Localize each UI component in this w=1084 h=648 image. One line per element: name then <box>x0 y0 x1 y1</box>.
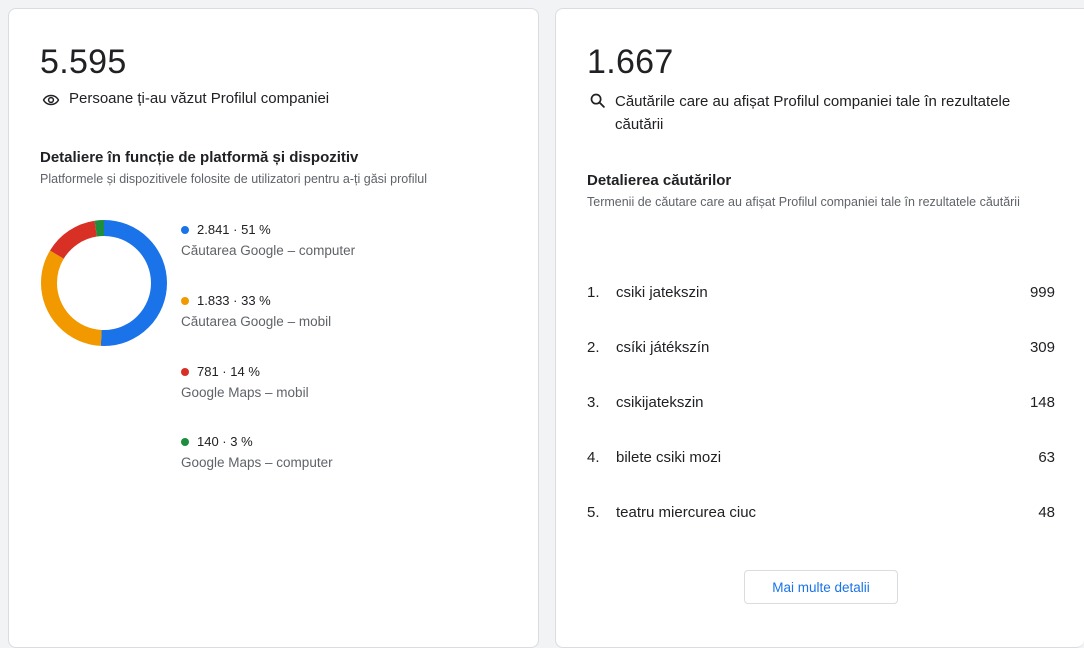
term-rank: 2. <box>587 339 600 356</box>
list-item: 2. csíki játékszín 309 <box>587 320 1055 375</box>
legend-dot <box>181 437 189 446</box>
term-count: 48 <box>1038 504 1055 521</box>
term-text: bilete csiki mozi <box>616 449 722 466</box>
legend-label: Google Maps – mobil <box>181 385 309 400</box>
views-subtitle-row: Persoane ți-au văzut Profilul companiei <box>42 90 329 109</box>
list-item: 5. teatru miercurea ciuc 48 <box>587 485 1055 540</box>
legend-label: Google Maps – computer <box>181 455 333 470</box>
platform-breakdown-title: Detaliere în funcție de platformă și dis… <box>40 149 359 166</box>
search-terms-list: 1. csiki jatekszin 999 2. csíki játékszí… <box>587 265 1055 540</box>
term-rank: 5. <box>587 504 600 521</box>
platform-donut-chart <box>41 220 167 346</box>
legend-value: 1.833 · 33 % <box>197 293 271 308</box>
legend-item: 1.833 · 33 % Căutarea Google – mobil <box>181 293 331 329</box>
searches-card: 1.667 Căutările care au afișat Profilul … <box>555 8 1084 648</box>
legend-item: 781 · 14 % Google Maps – mobil <box>181 364 309 400</box>
legend-item: 2.841 · 51 % Căutarea Google – computer <box>181 222 355 258</box>
legend-value: 2.841 · 51 % <box>197 222 271 237</box>
legend-value: 140 · 3 % <box>197 434 253 449</box>
views-subtitle: Persoane ți-au văzut Profilul companiei <box>69 90 330 107</box>
legend-dot <box>181 225 189 234</box>
term-count: 309 <box>1029 339 1055 356</box>
search-breakdown-title: Detalierea căutărilor <box>587 172 732 189</box>
legend-label: Căutarea Google – mobil <box>181 314 332 329</box>
profile-views-card: 5.595 Persoane ți-au văzut Profilul comp… <box>8 8 539 648</box>
term-text: csiki jatekszin <box>616 284 708 301</box>
term-rank: 1. <box>587 284 600 301</box>
term-text: csikijatekszin <box>616 394 704 411</box>
search-icon <box>590 93 605 108</box>
platform-breakdown-desc: Platformele și dispozitivele folosite de… <box>40 172 427 186</box>
legend-dot <box>181 296 189 305</box>
term-rank: 3. <box>587 394 600 411</box>
term-count: 999 <box>1029 284 1055 301</box>
legend-label: Căutarea Google – computer <box>181 243 356 258</box>
list-item: 3. csikijatekszin 148 <box>587 375 1055 430</box>
legend-dot <box>181 367 189 376</box>
more-details-button[interactable]: Mai multe detalii <box>744 570 898 604</box>
search-breakdown-desc: Termenii de căutare care au afișat Profi… <box>587 195 1020 209</box>
searches-subtitle-row: Căutările care au afișat Profilul compan… <box>589 90 1039 136</box>
term-text: teatru miercurea ciuc <box>616 504 757 521</box>
list-item: 4. bilete csiki mozi 63 <box>587 430 1055 485</box>
term-count: 63 <box>1038 449 1055 466</box>
searches-subtitle: Căutările care au afișat Profilul compan… <box>615 93 1011 133</box>
legend-value: 781 · 14 % <box>197 364 260 379</box>
views-total: 5.595 <box>40 43 127 81</box>
legend-item: 140 · 3 % Google Maps – computer <box>181 434 333 470</box>
list-item: 1. csiki jatekszin 999 <box>587 265 1055 320</box>
term-text: csíki játékszín <box>616 339 710 356</box>
term-rank: 4. <box>587 449 600 466</box>
eye-icon <box>42 94 60 106</box>
term-count: 148 <box>1029 394 1055 411</box>
searches-total: 1.667 <box>587 43 674 81</box>
